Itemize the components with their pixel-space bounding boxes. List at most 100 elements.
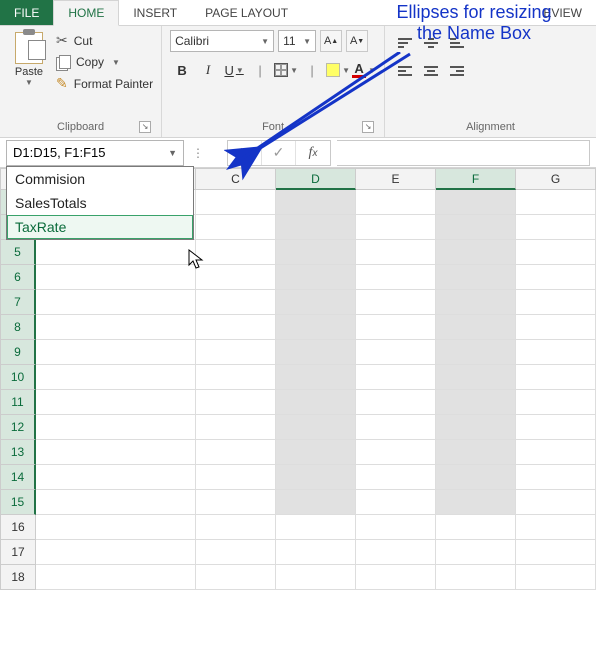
format-painter-button[interactable]: ✎ Format Painter: [56, 75, 153, 92]
cell[interactable]: [356, 490, 436, 515]
cell[interactable]: [196, 190, 276, 215]
cell[interactable]: [436, 340, 516, 365]
cell[interactable]: [516, 365, 596, 390]
row-header[interactable]: 15: [0, 490, 36, 515]
cell[interactable]: [356, 190, 436, 215]
fill-color-button[interactable]: ▼: [326, 58, 350, 82]
name-box[interactable]: D1:D15, F1:F15 ▼: [6, 140, 184, 166]
cell[interactable]: [356, 540, 436, 565]
align-left-button[interactable]: [393, 60, 417, 82]
cell[interactable]: [196, 215, 276, 240]
cell[interactable]: [436, 240, 516, 265]
cell[interactable]: [276, 215, 356, 240]
enter-formula-button[interactable]: ✓: [262, 141, 296, 165]
cell[interactable]: [196, 490, 276, 515]
cell[interactable]: [276, 390, 356, 415]
cell[interactable]: [356, 465, 436, 490]
cell[interactable]: [196, 340, 276, 365]
cell[interactable]: [516, 240, 596, 265]
cell[interactable]: [356, 565, 436, 590]
cell[interactable]: [356, 240, 436, 265]
chevron-down-icon[interactable]: ▼: [25, 78, 33, 87]
row-header[interactable]: 13: [0, 440, 36, 465]
cell[interactable]: [196, 565, 276, 590]
cell[interactable]: [196, 515, 276, 540]
cut-button[interactable]: ✂ Cut: [56, 32, 153, 49]
cell[interactable]: [356, 365, 436, 390]
tab-page-layout[interactable]: PAGE LAYOUT: [191, 0, 302, 25]
cell[interactable]: [436, 490, 516, 515]
row-header[interactable]: 17: [0, 540, 36, 565]
cell[interactable]: [276, 565, 356, 590]
cell[interactable]: [436, 315, 516, 340]
cell[interactable]: [196, 440, 276, 465]
cell[interactable]: [356, 215, 436, 240]
underline-button[interactable]: U▼: [222, 58, 246, 82]
cell[interactable]: [436, 215, 516, 240]
cell[interactable]: [436, 290, 516, 315]
cell[interactable]: [516, 490, 596, 515]
insert-function-button[interactable]: fx: [296, 141, 330, 165]
cell[interactable]: [196, 365, 276, 390]
name-option-salestotals[interactable]: SalesTotals: [7, 191, 193, 215]
row-header[interactable]: 11: [0, 390, 36, 415]
cell[interactable]: [436, 515, 516, 540]
cell[interactable]: [276, 540, 356, 565]
italic-button[interactable]: I: [196, 58, 220, 82]
cell[interactable]: [196, 290, 276, 315]
cell[interactable]: [276, 415, 356, 440]
cell[interactable]: [196, 315, 276, 340]
font-name-combo[interactable]: Calibri ▼: [170, 30, 274, 52]
cell[interactable]: [276, 465, 356, 490]
cell[interactable]: [436, 565, 516, 590]
cell[interactable]: [516, 290, 596, 315]
tab-insert[interactable]: INSERT: [119, 0, 191, 25]
cell[interactable]: [516, 215, 596, 240]
cell[interactable]: [516, 540, 596, 565]
row-header[interactable]: 16: [0, 515, 36, 540]
cell[interactable]: [516, 340, 596, 365]
cell[interactable]: [276, 315, 356, 340]
row-header[interactable]: 9: [0, 340, 36, 365]
font-color-button[interactable]: A ▼: [352, 58, 376, 82]
row-header[interactable]: 10: [0, 365, 36, 390]
cell[interactable]: [436, 265, 516, 290]
row-header[interactable]: 14: [0, 465, 36, 490]
cell[interactable]: [516, 565, 596, 590]
copy-button[interactable]: Copy ▼: [56, 55, 153, 69]
cell[interactable]: [516, 415, 596, 440]
shrink-font-button[interactable]: A▼: [346, 30, 368, 52]
tab-home[interactable]: HOME: [53, 0, 119, 26]
cell[interactable]: [276, 440, 356, 465]
cell[interactable]: [516, 190, 596, 215]
cell[interactable]: [436, 415, 516, 440]
cell[interactable]: [516, 515, 596, 540]
cell[interactable]: [196, 465, 276, 490]
cell[interactable]: [276, 290, 356, 315]
grow-font-button[interactable]: A▲: [320, 30, 342, 52]
cell[interactable]: [356, 265, 436, 290]
cell[interactable]: [196, 265, 276, 290]
cell[interactable]: [276, 515, 356, 540]
bold-button[interactable]: B: [170, 58, 194, 82]
cancel-formula-button[interactable]: ✕: [228, 141, 262, 165]
cell[interactable]: [356, 290, 436, 315]
row-header[interactable]: 18: [0, 565, 36, 590]
cell[interactable]: [356, 315, 436, 340]
cell[interactable]: [276, 265, 356, 290]
align-right-button[interactable]: [445, 60, 469, 82]
row-header[interactable]: 8: [0, 315, 36, 340]
cell[interactable]: [436, 440, 516, 465]
cell[interactable]: [276, 190, 356, 215]
cell[interactable]: [516, 465, 596, 490]
chevron-down-icon[interactable]: ▼: [168, 148, 177, 158]
name-option-commision[interactable]: Commision: [7, 167, 193, 191]
borders-button[interactable]: ▼: [274, 58, 298, 82]
col-header-d[interactable]: D: [276, 168, 356, 190]
cell[interactable]: [516, 315, 596, 340]
formula-input[interactable]: [337, 140, 590, 166]
cell[interactable]: [356, 340, 436, 365]
cell[interactable]: [356, 515, 436, 540]
tab-file[interactable]: FILE: [0, 0, 53, 25]
cell[interactable]: [516, 440, 596, 465]
